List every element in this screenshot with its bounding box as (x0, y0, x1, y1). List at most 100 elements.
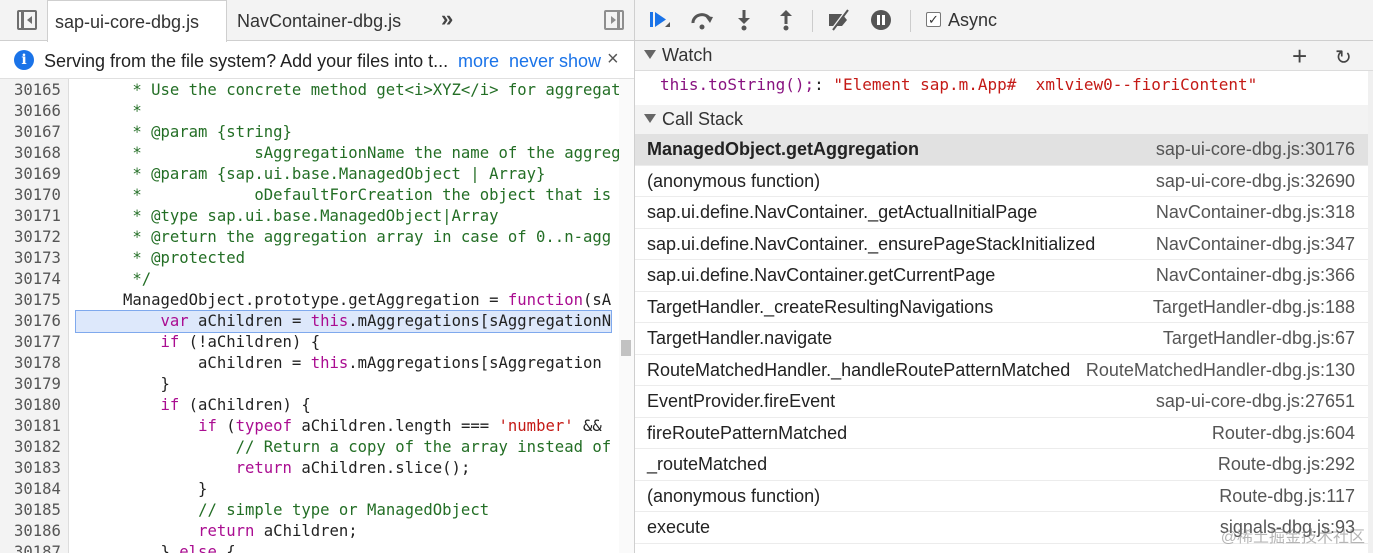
call-frame[interactable]: sap.ui.define.NavContainer._ensurePageSt… (635, 229, 1368, 260)
call-frame-location[interactable]: TargetHandler-dbg.js:188 (1153, 297, 1355, 318)
call-frame[interactable]: fireRoutePatternMatched Router-dbg.js:604 (635, 418, 1368, 449)
code-line[interactable]: 30183 return aChildren.slice(); (0, 458, 634, 479)
call-frame-location[interactable]: sap-ui-core-dbg.js:32690 (1156, 171, 1355, 192)
close-icon[interactable]: × (607, 48, 619, 71)
line-number[interactable]: 30184 (14, 479, 64, 500)
resume-icon[interactable] (647, 8, 671, 32)
code-line[interactable]: 30169 * @param {sap.ui.base.ManagedObjec… (0, 164, 634, 185)
line-number[interactable]: 30174 (14, 269, 64, 290)
call-frame[interactable]: ManagedObject.getAggregation sap-ui-core-… (635, 134, 1368, 166)
line-number[interactable]: 30181 (14, 416, 64, 437)
call-frame[interactable]: sap.ui.define.NavContainer.getCurrentPag… (635, 260, 1368, 292)
line-number[interactable]: 30169 (14, 164, 64, 185)
call-frame[interactable]: _routeMatched Route-dbg.js:292 (635, 449, 1368, 481)
line-number[interactable]: 30180 (14, 395, 64, 416)
never-show-link[interactable]: never show (509, 51, 601, 72)
code-line[interactable]: 30174 */ (0, 269, 634, 290)
call-frame[interactable]: sap.ui.define.NavContainer._getActualIni… (635, 197, 1368, 229)
call-frame[interactable]: RouteMatchedHandler._handleRoutePatternM… (635, 355, 1368, 386)
call-frame-location[interactable]: Router-dbg.js:604 (1212, 423, 1355, 444)
code-line[interactable]: 30176 var aChildren = this.mAggregations… (0, 310, 634, 333)
more-tabs-icon[interactable]: » (441, 6, 453, 32)
call-frame[interactable]: TargetHandler.navigate TargetHandler-dbg.… (635, 323, 1368, 355)
code-line[interactable]: 30177 if (!aChildren) { (0, 332, 634, 353)
call-frame-location[interactable]: sap-ui-core-dbg.js:27651 (1156, 391, 1355, 412)
code-line[interactable]: 30172 * @return the aggregation array in… (0, 227, 634, 248)
watch-section-header[interactable]: Watch + ↻ (635, 41, 1373, 71)
code-line[interactable]: 30179 } (0, 374, 634, 395)
line-number[interactable]: 30179 (14, 374, 64, 395)
line-number[interactable]: 30177 (14, 332, 64, 353)
call-frame-location[interactable]: NavContainer-dbg.js:347 (1156, 234, 1355, 255)
call-frame-function: (anonymous function) (647, 170, 821, 191)
more-link[interactable]: more (458, 51, 499, 72)
code-line[interactable]: 30175 ManagedObject.prototype.getAggrega… (0, 290, 634, 311)
pause-on-exceptions-icon[interactable] (869, 8, 893, 32)
call-frame-location[interactable]: sap-ui-core-dbg.js:30176 (1156, 139, 1355, 160)
code-line[interactable]: 30178 aChildren = this.mAggregations[sAg… (0, 353, 634, 374)
editor-scrollbar-thumb[interactable] (621, 340, 631, 356)
toggle-debugger-sidebar-icon[interactable] (604, 10, 624, 30)
code-text: if (!aChildren) { (76, 332, 321, 353)
call-frame-location[interactable]: Route-dbg.js:292 (1218, 454, 1355, 475)
code-line[interactable]: 30185 // simple type or ManagedObject (0, 500, 634, 521)
line-number[interactable]: 30167 (14, 122, 64, 143)
step-out-icon[interactable] (774, 8, 798, 32)
async-label[interactable]: Async (948, 10, 997, 31)
line-number[interactable]: 30166 (14, 101, 64, 122)
deactivate-breakpoints-icon[interactable] (827, 8, 851, 32)
call-stack-section-header[interactable]: Call Stack (635, 105, 1373, 135)
editor-scrollbar[interactable] (619, 79, 634, 553)
code-line[interactable]: 30182 // Return a copy of the array inst… (0, 437, 634, 458)
call-frame-location[interactable]: TargetHandler-dbg.js:67 (1163, 328, 1355, 349)
line-number[interactable]: 30165 (14, 80, 64, 101)
tab-navcontainer-dbg[interactable]: NavContainer-dbg.js (237, 0, 401, 41)
collapse-triangle-icon[interactable] (644, 50, 656, 59)
code-line[interactable]: 30187 } else { (0, 542, 634, 553)
code-editor[interactable]: 30165 * Use the concrete method get<i>XY… (0, 79, 634, 553)
code-line[interactable]: 30181 if (typeof aChildren.length === 'n… (0, 416, 634, 437)
sidebar-scrollbar[interactable] (1368, 71, 1373, 553)
line-number[interactable]: 30172 (14, 227, 64, 248)
call-frame-location[interactable]: NavContainer-dbg.js:318 (1156, 202, 1355, 223)
step-into-icon[interactable] (732, 8, 756, 32)
watch-expression-row[interactable]: this.toString();: "Element sap.m.App# xm… (635, 71, 1368, 104)
line-number[interactable]: 30175 (14, 290, 64, 311)
code-line[interactable]: 30171 * @type sap.ui.base.ManagedObject|… (0, 206, 634, 227)
line-number[interactable]: 30170 (14, 185, 64, 206)
toggle-navigator-icon[interactable] (17, 10, 37, 30)
code-line[interactable]: 30170 * oDefaultForCreation the object t… (0, 185, 634, 206)
line-number[interactable]: 30185 (14, 500, 64, 521)
call-frame-location[interactable]: RouteMatchedHandler-dbg.js:130 (1086, 360, 1355, 381)
call-frame[interactable]: EventProvider.fireEvent sap-ui-core-dbg.j… (635, 386, 1368, 418)
line-number[interactable]: 30168 (14, 143, 64, 164)
call-frame[interactable]: TargetHandler._createResultingNavigation… (635, 292, 1368, 323)
code-line[interactable]: 30167 * @param {string} (0, 122, 634, 143)
code-line[interactable]: 30165 * Use the concrete method get<i>XY… (0, 80, 634, 101)
watch-separator: : (814, 75, 834, 94)
line-number[interactable]: 30183 (14, 458, 64, 479)
call-frame[interactable]: (anonymous function) sap-ui-core-dbg.js:3… (635, 166, 1368, 197)
line-number[interactable]: 30171 (14, 206, 64, 227)
code-line[interactable]: 30184 } (0, 479, 634, 500)
line-number[interactable]: 30176 (14, 311, 64, 332)
line-number[interactable]: 30186 (14, 521, 64, 542)
step-over-icon[interactable] (690, 8, 714, 32)
tab-sap-ui-core-dbg[interactable]: sap-ui-core-dbg.js (47, 0, 227, 42)
code-line[interactable]: 30180 if (aChildren) { (0, 395, 634, 416)
call-frame-location[interactable]: NavContainer-dbg.js:366 (1156, 265, 1355, 286)
call-frame[interactable]: (anonymous function) Route-dbg.js:117 (635, 481, 1368, 512)
line-number[interactable]: 30187 (14, 542, 64, 553)
refresh-icon[interactable]: ↻ (1335, 45, 1352, 70)
code-line[interactable]: 30166 * (0, 101, 634, 122)
async-checkbox[interactable]: ✓ (926, 12, 941, 27)
call-frame-location[interactable]: Route-dbg.js:117 (1219, 486, 1355, 507)
line-number[interactable]: 30173 (14, 248, 64, 269)
add-expression-icon[interactable]: + (1292, 41, 1307, 72)
code-line[interactable]: 30173 * @protected (0, 248, 634, 269)
line-number[interactable]: 30182 (14, 437, 64, 458)
code-line[interactable]: 30168 * sAggregationName the name of the… (0, 143, 634, 164)
collapse-triangle-icon[interactable] (644, 114, 656, 123)
code-line[interactable]: 30186 return aChildren; (0, 521, 634, 542)
line-number[interactable]: 30178 (14, 353, 64, 374)
